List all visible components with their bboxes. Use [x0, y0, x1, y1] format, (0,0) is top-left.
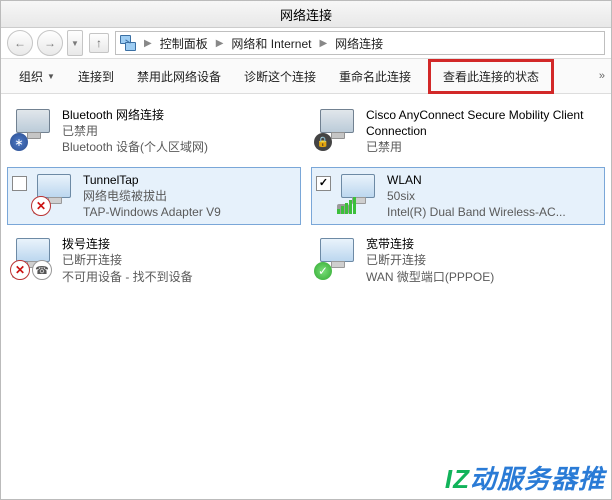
connection-detail: Intel(R) Dual Band Wireless-AC...: [387, 204, 566, 220]
watermark-part2: 动服务器推: [470, 464, 605, 494]
connection-status: 50six: [387, 188, 566, 204]
connection-text: 拨号连接已断开连接不可用设备 - 找不到设备: [62, 236, 193, 285]
overflow-icon: »: [599, 70, 605, 82]
nav-history-button[interactable]: ▼: [67, 30, 83, 56]
connection-item[interactable]: 🔒Cisco AnyConnect Secure Mobility Client…: [311, 102, 605, 161]
connection-name: TunnelTap: [83, 172, 221, 188]
arrow-up-icon: ↑: [96, 36, 102, 50]
crumb-sep-icon: ▶: [214, 38, 226, 49]
network-panel-icon: [120, 35, 136, 51]
command-toolbar: 组织 ▼ 连接到 禁用此网络设备 诊断这个连接 重命名此连接 查看此连接的状态 …: [1, 59, 611, 94]
connect-to-label: 连接到: [78, 68, 114, 85]
connection-name: WLAN: [387, 172, 566, 188]
disable-device-label: 禁用此网络设备: [137, 68, 221, 85]
connection-icon: ✕: [33, 172, 77, 212]
diagnose-label: 诊断这个连接: [244, 68, 316, 85]
connections-grid: ∗Bluetooth 网络连接已禁用Bluetooth 设备(个人区域网)🔒Ci…: [7, 102, 605, 290]
chevron-down-icon: ▼: [71, 39, 79, 48]
connection-detail: WAN 微型端口(PPPOE): [366, 269, 494, 285]
nav-forward-button[interactable]: →: [37, 30, 63, 56]
connection-icon: ∗: [12, 107, 56, 147]
network-connections-window: 网络连接 ← → ▼ ↑ ▶ 控制面板 ▶ 网络和 Internet ▶ 网络连…: [0, 0, 612, 500]
connection-item[interactable]: ✕TunnelTap网络电缆被拔出TAP-Windows Adapter V9: [7, 167, 301, 226]
connection-item[interactable]: ∗Bluetooth 网络连接已禁用Bluetooth 设备(个人区域网): [7, 102, 301, 161]
connections-area: ∗Bluetooth 网络连接已禁用Bluetooth 设备(个人区域网)🔒Ci…: [1, 94, 611, 500]
connection-text: Cisco AnyConnect Secure Mobility Client …: [366, 107, 600, 156]
rename-button[interactable]: 重命名此连接: [329, 64, 421, 89]
error-x-icon: ✕: [10, 260, 30, 280]
view-status-label: 查看此连接的状态: [443, 68, 539, 85]
view-status-button[interactable]: 查看此连接的状态: [428, 59, 554, 94]
lock-icon: 🔒: [314, 133, 332, 151]
arrow-left-icon: ←: [14, 36, 26, 50]
diagnose-button[interactable]: 诊断这个连接: [234, 64, 326, 89]
connection-icon: [337, 172, 381, 212]
error-x-icon: ✕: [31, 196, 51, 216]
arrow-right-icon: →: [44, 36, 56, 50]
connection-icon: ✕☎: [12, 236, 56, 276]
organize-button[interactable]: 组织 ▼: [9, 64, 65, 89]
connection-name: 宽带连接: [366, 236, 494, 252]
toolbar-overflow-button[interactable]: »: [599, 59, 605, 93]
organize-label: 组织: [19, 68, 43, 85]
window-title: 网络连接: [280, 5, 332, 24]
crumb-network-internet[interactable]: 网络和 Internet: [231, 35, 311, 52]
connection-icon: 🔒: [316, 107, 360, 147]
connection-name: Cisco AnyConnect Secure Mobility Client …: [366, 107, 600, 139]
crumb-network-connections[interactable]: 网络连接: [335, 35, 383, 52]
watermark: IZ动服务器推: [445, 459, 605, 496]
connection-name: Bluetooth 网络连接: [62, 107, 208, 123]
connection-detail: 不可用设备 - 找不到设备: [62, 269, 193, 285]
connection-item[interactable]: WLAN50sixIntel(R) Dual Band Wireless-AC.…: [311, 167, 605, 226]
connection-icon: ✓: [316, 236, 360, 276]
address-row: ← → ▼ ↑ ▶ 控制面板 ▶ 网络和 Internet ▶ 网络连接: [1, 28, 611, 59]
connection-text: Bluetooth 网络连接已禁用Bluetooth 设备(个人区域网): [62, 107, 208, 156]
connection-text: WLAN50sixIntel(R) Dual Band Wireless-AC.…: [387, 172, 566, 221]
ok-check-icon: ✓: [314, 262, 332, 280]
nav-back-button[interactable]: ←: [7, 30, 33, 56]
selection-checkbox[interactable]: [12, 176, 27, 191]
connection-item[interactable]: ✕☎拨号连接已断开连接不可用设备 - 找不到设备: [7, 231, 301, 290]
connection-detail: TAP-Windows Adapter V9: [83, 204, 221, 220]
connection-status: 已禁用: [366, 139, 600, 155]
address-bar[interactable]: ▶ 控制面板 ▶ 网络和 Internet ▶ 网络连接: [115, 31, 605, 55]
connection-text: 宽带连接已断开连接WAN 微型端口(PPPOE): [366, 236, 494, 285]
selection-checkbox[interactable]: [316, 176, 331, 191]
window-titlebar: 网络连接: [1, 1, 611, 28]
connection-status: 已禁用: [62, 123, 208, 139]
nav-up-button[interactable]: ↑: [89, 33, 109, 53]
signal-bars-icon: [337, 197, 356, 214]
connection-status: 网络电缆被拔出: [83, 188, 221, 204]
crumb-control-panel[interactable]: 控制面板: [160, 35, 208, 52]
connection-item[interactable]: ✓宽带连接已断开连接WAN 微型端口(PPPOE): [311, 231, 605, 290]
connection-status: 已断开连接: [62, 252, 193, 268]
crumb-sep-icon: ▶: [142, 38, 154, 49]
disable-device-button[interactable]: 禁用此网络设备: [127, 64, 231, 89]
connection-name: 拨号连接: [62, 236, 193, 252]
connection-text: TunnelTap网络电缆被拔出TAP-Windows Adapter V9: [83, 172, 221, 221]
chevron-down-icon: ▼: [47, 72, 55, 81]
crumb-sep-icon: ▶: [317, 38, 329, 49]
watermark-part1: IZ: [445, 464, 470, 494]
connect-to-button[interactable]: 连接到: [68, 64, 124, 89]
connection-detail: Bluetooth 设备(个人区域网): [62, 139, 208, 155]
bluetooth-icon: ∗: [10, 133, 28, 151]
connection-status: 已断开连接: [366, 252, 494, 268]
rename-label: 重命名此连接: [339, 68, 411, 85]
phone-icon: ☎: [32, 260, 52, 280]
